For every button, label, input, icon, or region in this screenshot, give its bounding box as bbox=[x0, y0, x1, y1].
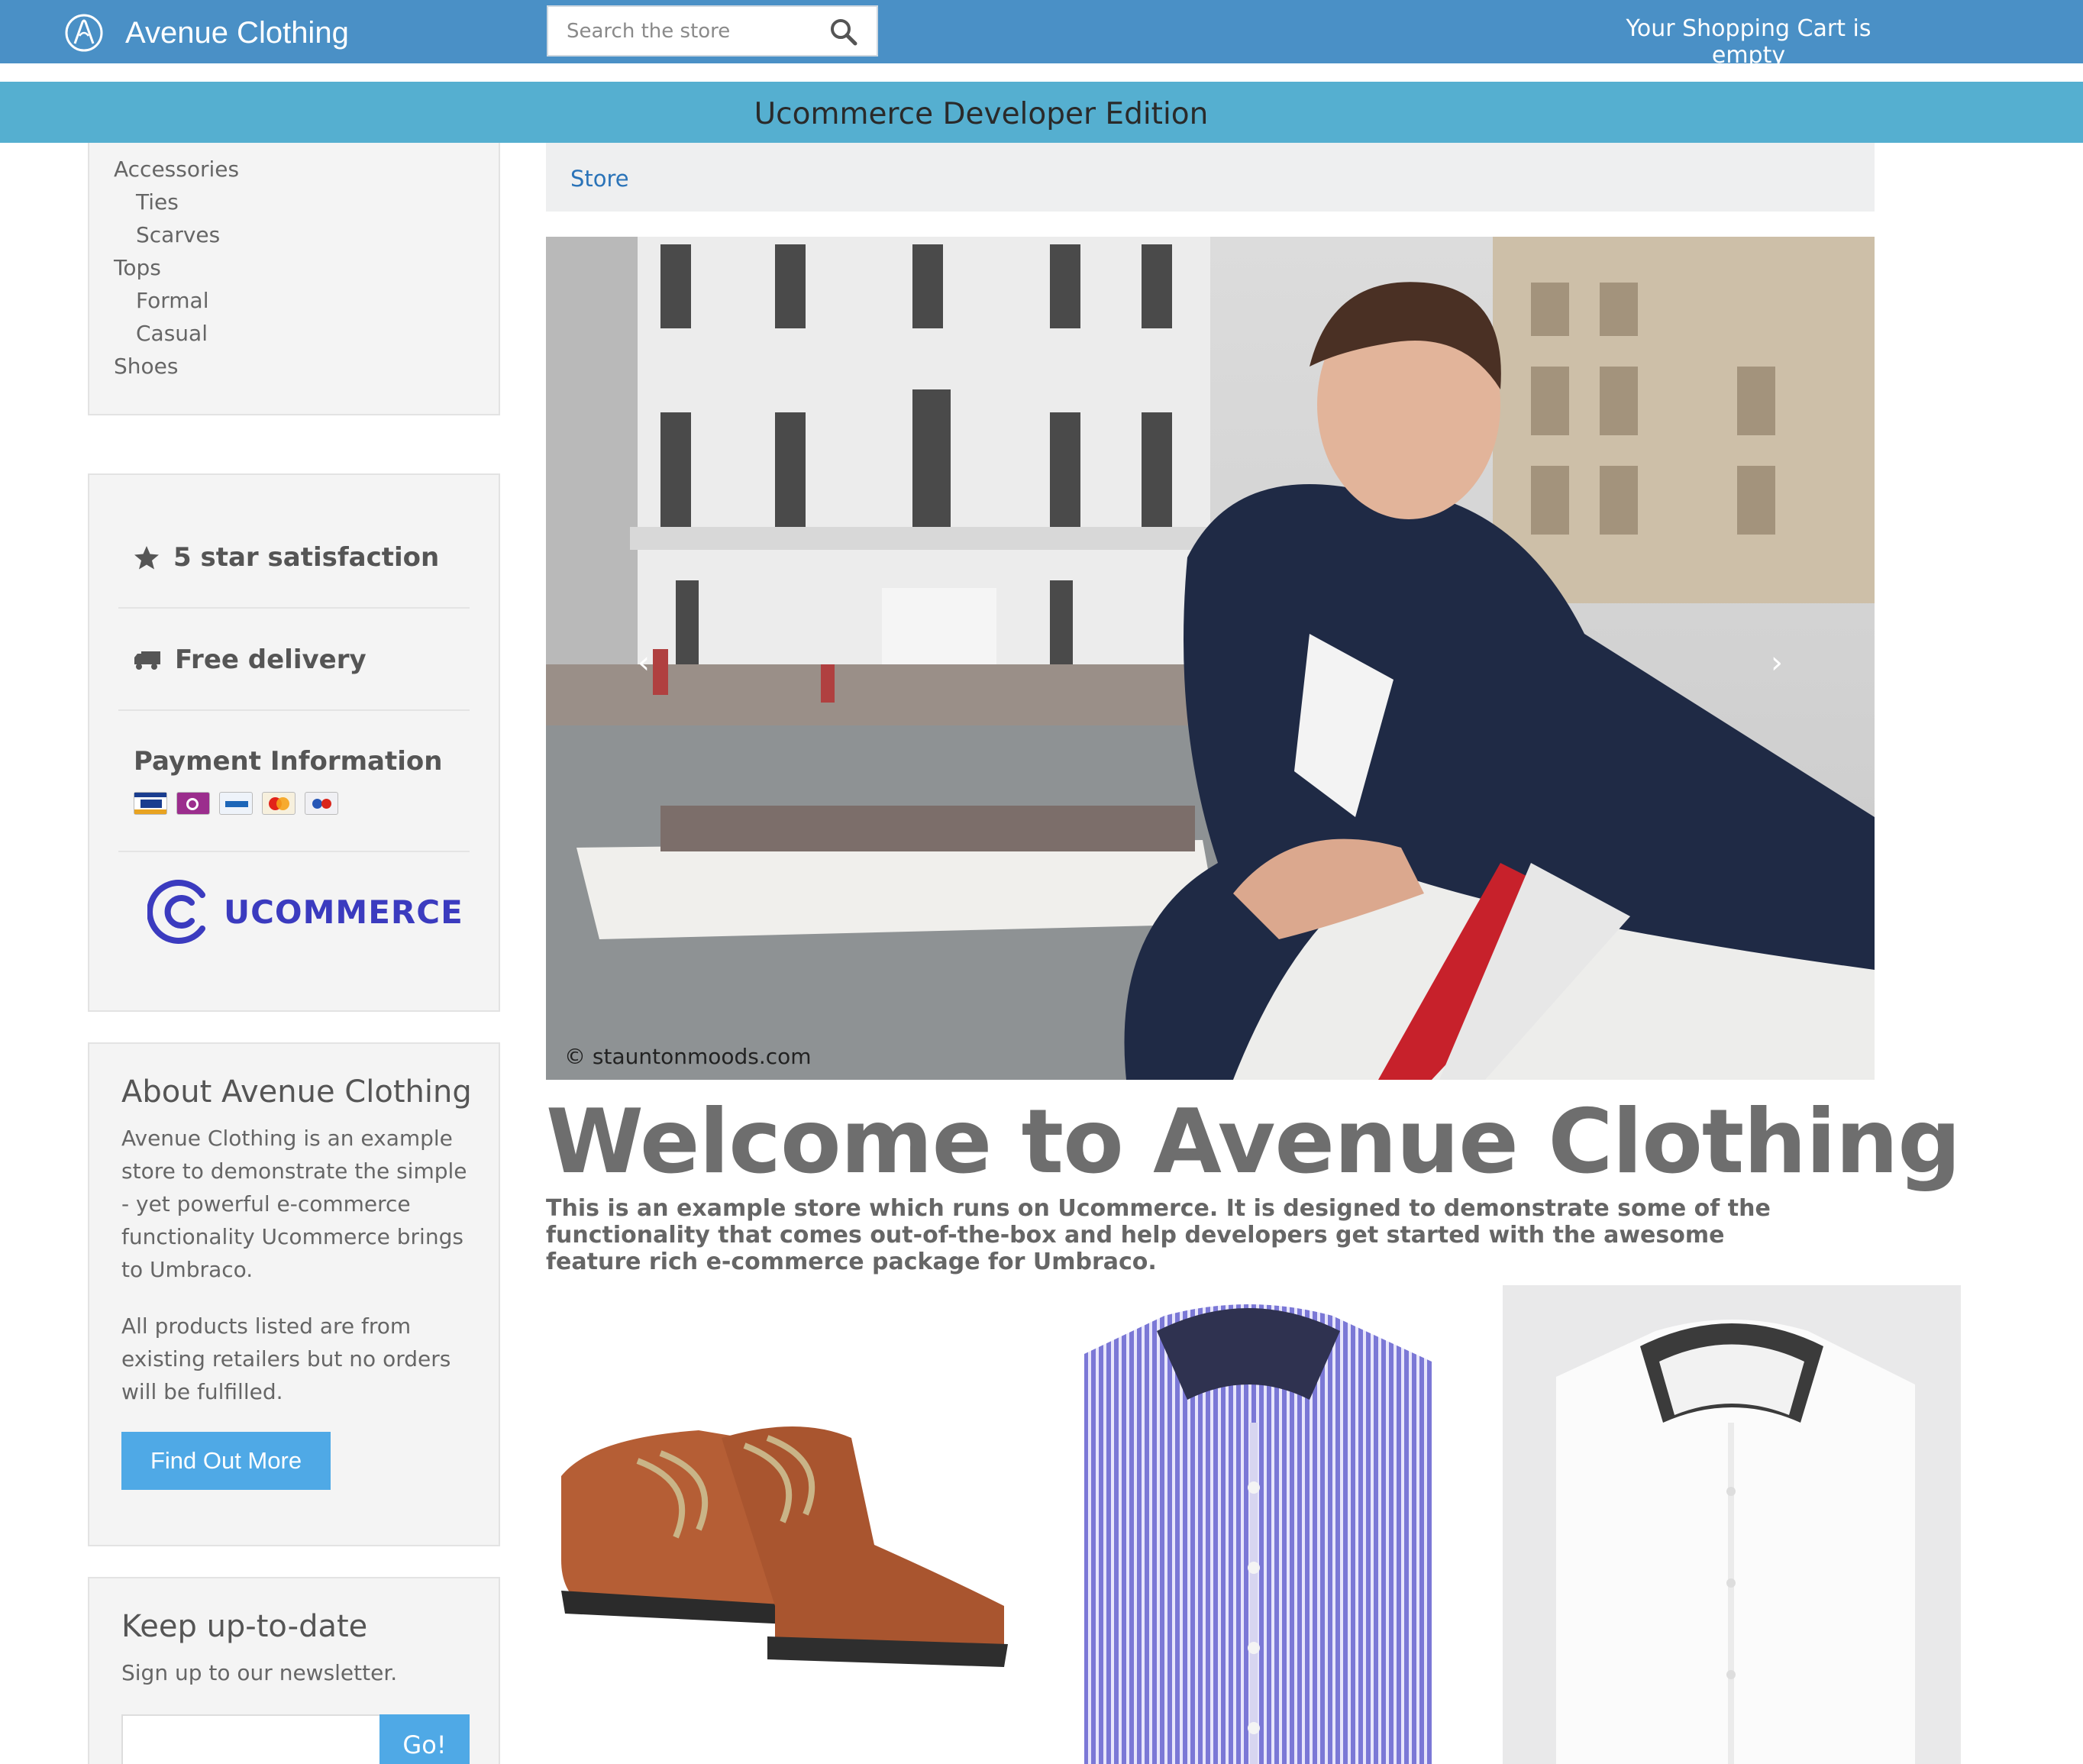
category-formal[interactable]: Formal bbox=[136, 290, 208, 312]
brand-logo-icon bbox=[65, 14, 103, 52]
shopping-cart-link[interactable]: Your Shopping Cart is empty bbox=[1588, 15, 1909, 69]
ucommerce-logo[interactable]: UCOMMERCE bbox=[147, 880, 463, 944]
paypal-icon bbox=[219, 792, 253, 815]
about-title: About Avenue Clothing bbox=[121, 1074, 472, 1110]
breadcrumb-store-link[interactable]: Store bbox=[570, 166, 629, 192]
welcome-title: Welcome to Avenue Clothing bbox=[546, 1090, 1961, 1194]
category-tops[interactable]: Tops bbox=[114, 257, 161, 279]
breadcrumb: Store bbox=[546, 143, 1875, 212]
edition-banner-text: Ucommerce Developer Edition bbox=[754, 97, 1209, 131]
ucommerce-logo-text: UCOMMERCE bbox=[224, 893, 463, 931]
product-image bbox=[561, 1426, 1008, 1667]
product-card-white-shirt[interactable] bbox=[1503, 1285, 1961, 1764]
features-divider bbox=[118, 709, 470, 711]
search-input[interactable] bbox=[567, 7, 819, 55]
delivery-feature: Free delivery bbox=[134, 645, 485, 675]
search-icon[interactable] bbox=[829, 18, 858, 47]
product-image bbox=[1084, 1304, 1432, 1764]
ucommerce-logo-icon bbox=[147, 880, 205, 944]
hero-photo-credit: © stauntonmoods.com bbox=[564, 1044, 812, 1069]
maestro-icon bbox=[176, 792, 210, 815]
carousel-prev-arrow[interactable]: ‹ bbox=[638, 645, 650, 680]
newsletter-panel: Keep up-to-date Sign up to our newslette… bbox=[88, 1577, 500, 1764]
category-scarves[interactable]: Scarves bbox=[136, 225, 220, 246]
newsletter-subtitle: Sign up to our newsletter. bbox=[121, 1660, 398, 1685]
hero-carousel[interactable]: ‹ › © stauntonmoods.com bbox=[546, 237, 1875, 1080]
about-paragraph: Avenue Clothing is an example store to d… bbox=[121, 1126, 467, 1282]
top-navbar: Avenue Clothing Your Shopping Cart is em… bbox=[0, 0, 2083, 69]
diners-icon bbox=[305, 792, 338, 815]
edition-banner: Ucommerce Developer Edition bbox=[0, 82, 2083, 143]
visa-icon bbox=[134, 792, 167, 815]
mastercard-icon bbox=[262, 792, 295, 815]
category-casual[interactable]: Casual bbox=[136, 323, 208, 344]
rating-feature-label: 5 star satisfaction bbox=[173, 542, 440, 573]
welcome-intro: This is an example store which runs on U… bbox=[546, 1195, 1771, 1275]
features-divider bbox=[118, 607, 470, 609]
find-out-more-button[interactable]: Find Out More bbox=[121, 1432, 331, 1490]
star-icon bbox=[134, 546, 159, 570]
features-divider bbox=[118, 851, 470, 852]
product-image bbox=[1503, 1285, 1961, 1764]
payment-cards bbox=[134, 792, 338, 815]
payment-info-title: Payment Information bbox=[134, 746, 443, 777]
category-ties[interactable]: Ties bbox=[136, 192, 179, 213]
about-panel: About Avenue Clothing Avenue Clothing is… bbox=[88, 1042, 500, 1546]
features-panel: 5 star satisfaction Free delivery Paymen… bbox=[88, 473, 500, 1012]
newsletter-go-button[interactable]: Go! bbox=[379, 1714, 470, 1764]
category-shoes[interactable]: Shoes bbox=[114, 356, 178, 377]
category-nav: Accessories Ties Scarves Tops Formal Cas… bbox=[88, 143, 500, 415]
search-box bbox=[547, 5, 878, 57]
category-accessories[interactable]: Accessories bbox=[114, 159, 239, 180]
newsletter-title: Keep up-to-date bbox=[121, 1609, 368, 1644]
newsletter-email-input[interactable] bbox=[121, 1714, 381, 1764]
product-card-boots[interactable] bbox=[546, 1285, 1019, 1764]
carousel-next-arrow[interactable]: › bbox=[1771, 645, 1783, 680]
brand-name: Avenue Clothing bbox=[125, 15, 349, 50]
product-card-purple-shirt[interactable] bbox=[1073, 1285, 1470, 1764]
delivery-feature-label: Free delivery bbox=[175, 645, 367, 675]
rating-feature: 5 star satisfaction bbox=[134, 542, 485, 573]
about-paragraph: All products listed are from existing re… bbox=[121, 1313, 451, 1404]
brand-home-link[interactable]: Avenue Clothing bbox=[64, 13, 349, 53]
truck-icon bbox=[134, 651, 160, 670]
hero-image bbox=[546, 237, 1875, 1080]
